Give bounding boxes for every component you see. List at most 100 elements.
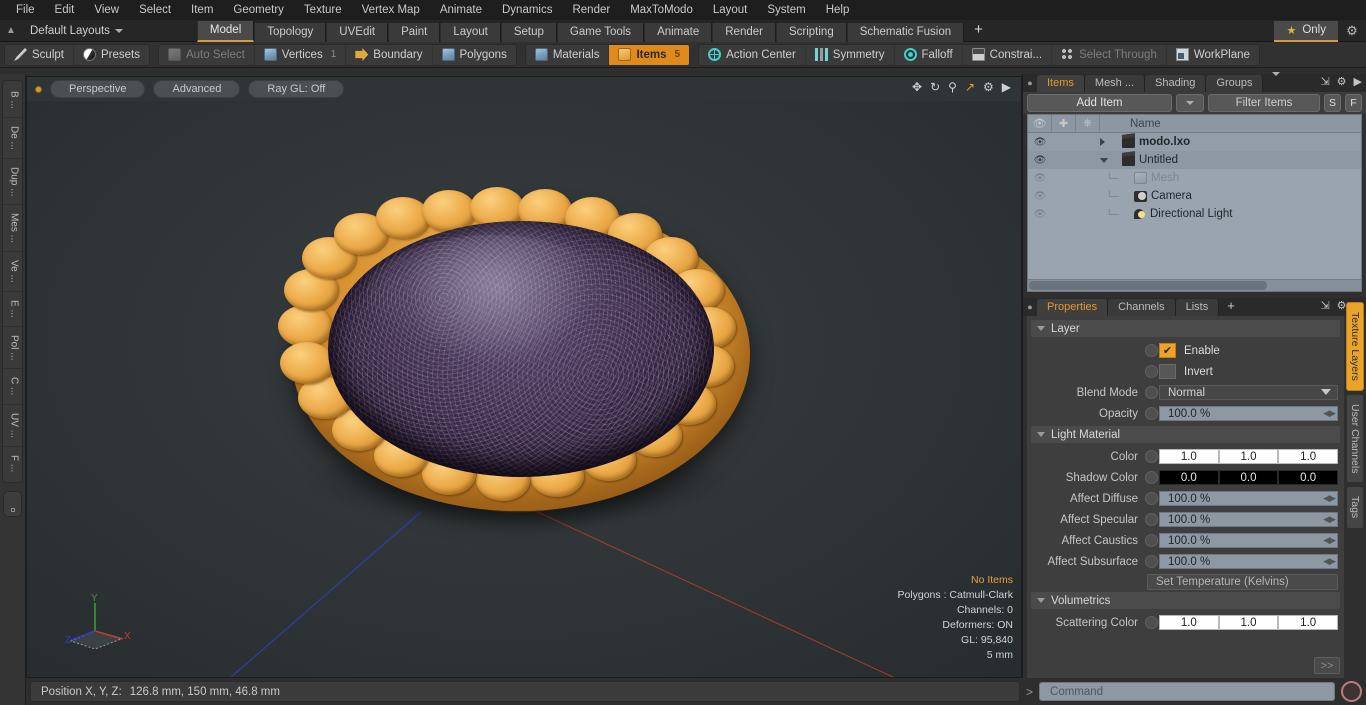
collapse-arrow-icon[interactable]: ▲ xyxy=(0,20,22,42)
command-record-button[interactable] xyxy=(1341,681,1362,702)
tab-uvedit[interactable]: UVEdit xyxy=(326,22,389,42)
item-list-hscrollbar[interactable] xyxy=(1028,279,1361,291)
channel-knob-icon[interactable] xyxy=(1145,513,1158,526)
menu-item-vertex-map[interactable]: Vertex Map xyxy=(352,1,430,19)
channel-knob-icon[interactable] xyxy=(1145,344,1158,357)
spinner-icon[interactable]: ◀▶ xyxy=(1323,408,1336,419)
rotate-icon[interactable]: ↻ xyxy=(930,80,940,94)
color-g[interactable]: 1.0 xyxy=(1218,449,1279,464)
move-icon[interactable]: ✥ xyxy=(912,80,922,94)
filter-f-button[interactable]: F xyxy=(1345,94,1362,112)
viewport-shading-button[interactable]: Advanced xyxy=(153,80,241,98)
auto-select-button[interactable]: Auto Select xyxy=(159,44,255,65)
tab-mesh-ops[interactable]: Mesh ... xyxy=(1084,75,1146,92)
column-add-icon[interactable]: ✚ xyxy=(1052,115,1076,132)
left-tab-fusion[interactable]: F ... xyxy=(3,447,25,480)
tab-groups[interactable]: Groups xyxy=(1206,75,1264,92)
panel-menu-dot-icon[interactable]: ● xyxy=(1023,298,1037,316)
menu-item-dynamics[interactable]: Dynamics xyxy=(492,1,562,19)
section-layer[interactable]: Layer xyxy=(1031,320,1340,337)
fit-icon[interactable]: ↗ xyxy=(965,80,975,94)
menu-item-edit[interactable]: Edit xyxy=(45,1,85,19)
section-volumetrics[interactable]: Volumetrics xyxy=(1031,592,1340,609)
tab-properties[interactable]: Properties xyxy=(1037,299,1109,316)
section-light-material[interactable]: Light Material xyxy=(1031,426,1340,443)
add-item-button[interactable]: Add Item xyxy=(1027,94,1172,112)
affect-specular-field[interactable]: 100.0 % ◀▶ xyxy=(1159,512,1338,527)
add-properties-tab-button[interactable]: + xyxy=(1219,299,1243,316)
tab-channels[interactable]: Channels xyxy=(1108,299,1176,316)
spinner-icon[interactable]: ◀▶ xyxy=(1323,493,1336,504)
menu-item-view[interactable]: View xyxy=(84,1,129,19)
shadow-color-g[interactable]: 0.0 xyxy=(1218,470,1279,485)
items-button[interactable]: Items 5 xyxy=(609,44,690,65)
select-through-button[interactable]: Select Through xyxy=(1052,44,1167,65)
add-item-dropdown[interactable] xyxy=(1176,94,1204,112)
left-tab-mesh[interactable]: Mes ... xyxy=(3,205,25,253)
scattering-color-b[interactable]: 1.0 xyxy=(1278,615,1339,630)
gear-icon[interactable]: ⚙ xyxy=(1338,23,1366,39)
tab-topology[interactable]: Topology xyxy=(254,22,327,42)
scattering-color-g[interactable]: 1.0 xyxy=(1218,615,1279,630)
default-layouts-dropdown[interactable]: Default Layouts xyxy=(22,25,131,37)
menu-item-maxtomodo[interactable]: MaxToModo xyxy=(620,1,703,19)
item-list[interactable]: 👁 ✚ ⎈ Name 👁 modo.lxo 👁 Untitled 👁 └─ Me… xyxy=(1027,114,1362,292)
tab-setup[interactable]: Setup xyxy=(500,22,557,42)
tab-layout[interactable]: Layout xyxy=(440,22,501,42)
menu-item-system[interactable]: System xyxy=(757,1,815,19)
tab-model[interactable]: Model xyxy=(196,20,255,42)
channel-knob-icon[interactable] xyxy=(1145,616,1158,629)
falloff-button[interactable]: Falloff xyxy=(895,44,963,65)
side-tab-texture-layers[interactable]: Texture Layers xyxy=(1346,302,1364,391)
pie-3d-model[interactable] xyxy=(270,187,770,547)
tab-game-tools[interactable]: Game Tools xyxy=(556,22,645,42)
chevron-right-icon[interactable]: ▶ xyxy=(1002,80,1011,94)
left-tab-edge[interactable]: E ... xyxy=(3,292,25,327)
zoom-icon[interactable]: ⚲ xyxy=(948,80,957,94)
affect-diffuse-field[interactable]: 100.0 % ◀▶ xyxy=(1159,491,1338,506)
gear-icon[interactable]: ⚙ xyxy=(983,80,994,94)
symmetry-button[interactable]: Symmetry xyxy=(806,44,895,65)
item-row-directional-light[interactable]: 👁 └─ Directional Light xyxy=(1028,205,1361,223)
eye-icon[interactable]: 👁 xyxy=(1028,209,1052,220)
spinner-icon[interactable]: ◀▶ xyxy=(1323,514,1336,525)
add-tab-button[interactable]: + xyxy=(964,22,993,42)
blend-mode-dropdown[interactable]: Normal xyxy=(1159,385,1338,400)
sculpt-button[interactable]: Sculpt xyxy=(5,44,74,65)
viewport-3d[interactable]: Perspective Advanced Ray GL: Off ✥ ↻ ⚲ ↗… xyxy=(26,76,1022,678)
command-input[interactable]: Command xyxy=(1039,682,1335,701)
enable-checkbox[interactable]: ✔ xyxy=(1159,343,1176,358)
item-row-camera[interactable]: 👁 └─ Camera xyxy=(1028,187,1361,205)
tab-items[interactable]: Items xyxy=(1037,75,1085,92)
constraint-button[interactable]: Constrai... xyxy=(963,44,1053,65)
tab-paint[interactable]: Paint xyxy=(388,22,441,42)
filter-s-button[interactable]: S xyxy=(1324,94,1341,112)
expand-icon[interactable]: ⇲ xyxy=(1320,75,1329,88)
gear-icon[interactable]: ⚙ xyxy=(1337,75,1347,88)
tab-overflow-chevron-icon[interactable] xyxy=(1263,72,1289,92)
side-tab-user-channels[interactable]: User Channels xyxy=(1346,393,1364,484)
tab-lists[interactable]: Lists xyxy=(1175,299,1220,316)
item-row-mesh[interactable]: 👁 └─ Mesh xyxy=(1028,169,1361,187)
channel-knob-icon[interactable] xyxy=(1145,450,1158,463)
menu-item-texture[interactable]: Texture xyxy=(294,1,352,19)
spinner-icon[interactable]: ◀▶ xyxy=(1323,556,1336,567)
color-r[interactable]: 1.0 xyxy=(1159,449,1219,464)
invert-checkbox[interactable] xyxy=(1159,364,1176,379)
spinner-icon[interactable]: ◀▶ xyxy=(1323,535,1336,546)
filter-items-input[interactable]: Filter Items xyxy=(1208,94,1320,112)
left-tool-extra-box[interactable] xyxy=(3,490,22,517)
tab-shading[interactable]: Shading xyxy=(1145,75,1207,92)
side-tab-tags[interactable]: Tags xyxy=(1346,486,1364,529)
set-temperature-button[interactable]: Set Temperature (Kelvins) xyxy=(1147,574,1338,590)
menu-item-file[interactable]: File xyxy=(6,1,45,19)
item-row-untitled[interactable]: 👁 Untitled xyxy=(1028,151,1361,169)
shadow-color-b[interactable]: 0.0 xyxy=(1278,470,1339,485)
channel-knob-icon[interactable] xyxy=(1145,471,1158,484)
tab-animate[interactable]: Animate xyxy=(644,22,713,42)
color-triple-field[interactable]: 1.0 1.0 1.0 xyxy=(1159,449,1339,464)
expander-collapsed-icon[interactable] xyxy=(1100,138,1105,146)
left-tab-duplicate[interactable]: Dup ... xyxy=(3,159,25,206)
column-visibility-eye-icon[interactable]: 👁 xyxy=(1028,115,1052,132)
channel-knob-icon[interactable] xyxy=(1145,386,1158,399)
